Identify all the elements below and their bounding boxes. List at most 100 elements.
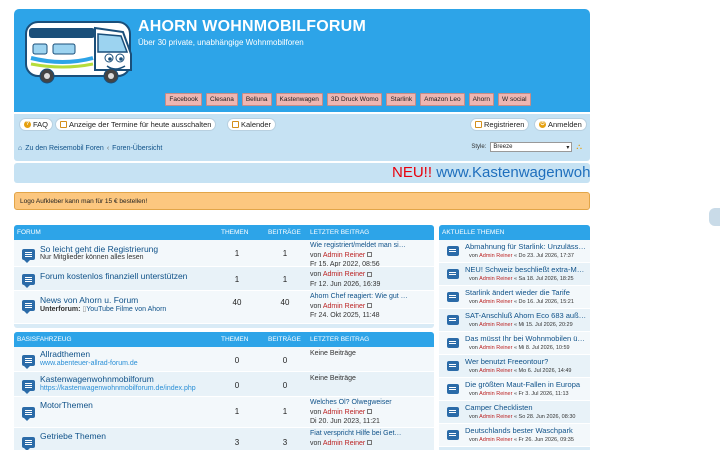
login-button[interactable]: ⏻ Anmelden xyxy=(534,118,587,131)
last-post-date: Fr 12. Jun 2026, 16:39 xyxy=(310,280,381,288)
forum-read-icon xyxy=(22,407,35,421)
breadcrumb-home[interactable]: Zu den Reisemobil Foren xyxy=(25,145,104,152)
breadcrumb-index[interactable]: Foren-Übersicht xyxy=(112,145,162,152)
site-title[interactable]: AHORN WOHNMOBILFORUM xyxy=(138,18,366,36)
calendar-button[interactable]: Kalender xyxy=(227,118,277,131)
faq-button[interactable]: ? FAQ xyxy=(19,118,54,131)
topic-author[interactable]: Admin Reiner xyxy=(479,276,512,282)
view-post-icon[interactable] xyxy=(367,409,373,415)
style-select[interactable]: Breeze ▾ xyxy=(490,142,573,152)
forum-row[interactable]: Kastenwagenwohnmobilforum https://kasten… xyxy=(14,372,434,397)
topic-row[interactable]: Wer benutzt Freeontour? von Admin Reiner … xyxy=(439,355,590,378)
last-post-title[interactable]: Ahorn Chef reagiert: Wie gut … xyxy=(310,293,408,300)
link-w-social[interactable]: W social xyxy=(498,92,531,106)
view-post-icon[interactable] xyxy=(367,252,373,258)
forum-row[interactable]: Forum kostenlos finanziell unterstützen … xyxy=(14,267,434,291)
last-post-user[interactable]: Admin Reiner xyxy=(323,252,365,259)
topic-title[interactable]: NEU! Schweiz beschließt extra-M… xyxy=(465,265,588,274)
topic-title[interactable]: Starlink ändert wieder die Tarife xyxy=(465,288,588,297)
topic-title[interactable]: Deutschlands bester Waschpark xyxy=(465,426,588,435)
forum-header: BASISFAHRZEUG THEMEN BEITRÄGE LETZTER BE… xyxy=(14,332,434,347)
view-post-icon[interactable] xyxy=(367,440,373,446)
topic-meta: von Admin Reiner « Fr 26. Jun 2026, 09:3… xyxy=(469,437,574,443)
last-post-user[interactable]: Admin Reiner xyxy=(323,440,365,447)
topic-author[interactable]: Admin Reiner xyxy=(479,345,512,351)
topic-meta: von Admin Reiner « Mo 6. Jul 2026, 14:49 xyxy=(469,368,572,374)
topic-row[interactable]: Das müsst Ihr bei Wohnmobilen ü… von Admi… xyxy=(439,332,590,355)
forum-row[interactable]: So leicht geht die Registrierung Nur Mit… xyxy=(14,240,434,268)
topic-title[interactable]: SAT-Anschluß Ahorn Eco 683 auß… xyxy=(465,311,588,320)
forum-link[interactable]: www.abenteuer-allrad-forum.de xyxy=(40,360,138,367)
forum-title[interactable]: Kastenwagenwohnmobilforum xyxy=(40,374,154,384)
forum-title[interactable]: MotorThemen xyxy=(40,400,93,410)
topic-row[interactable]: Deutschlands bester Waschpark von Admin R… xyxy=(439,424,590,447)
forum-title[interactable]: News von Ahorn u. Forum xyxy=(40,295,138,305)
topic-row[interactable]: Camper Checklisten von Admin Reiner « So … xyxy=(439,401,590,424)
topic-title[interactable]: Camper Checklisten xyxy=(465,403,588,412)
forum-title[interactable]: So leicht geht die Registrierung xyxy=(40,244,158,254)
forum-link[interactable]: https://kastenwagenwohnmobilforum.de/ind… xyxy=(40,385,196,392)
news-ticker[interactable]: NEU!! www.Kastenwagenwohi xyxy=(14,163,590,183)
link-ahorn[interactable]: Ahorn xyxy=(468,92,495,106)
faq-label: FAQ xyxy=(33,120,49,129)
topic-author[interactable]: Admin Reiner xyxy=(479,368,512,374)
view-post-icon[interactable] xyxy=(367,303,373,309)
forum-row[interactable]: News von Ahorn u. Forum Unterforum: ▯You… xyxy=(14,291,434,324)
forum-row[interactable]: Allradthemen www.abenteuer-allrad-forum.… xyxy=(14,347,434,372)
calendar-icon xyxy=(232,121,239,128)
topic-author[interactable]: Admin Reiner xyxy=(479,437,512,443)
last-post-user[interactable]: Admin Reiner xyxy=(323,303,365,310)
camper-logo-icon[interactable] xyxy=(23,18,141,86)
topic-author[interactable]: Admin Reiner xyxy=(479,253,512,259)
topic-count: 40 xyxy=(232,298,242,307)
topic-icon xyxy=(447,430,459,440)
last-post-by: von xyxy=(310,302,322,310)
last-post-user[interactable]: Admin Reiner xyxy=(323,271,365,278)
toggle-events-button[interactable]: Anzeige der Termine für heute ausschalte… xyxy=(55,118,217,131)
toggle-events-label: Anzeige der Termine für heute ausschalte… xyxy=(69,120,212,129)
link-starlink[interactable]: Starlink xyxy=(386,92,417,106)
topic-row[interactable]: NEU! Schweiz beschließt extra-M… von Admi… xyxy=(439,263,590,286)
topic-row[interactable]: Starlink ändert wieder die Tarife von Adm… xyxy=(439,286,590,309)
last-post-title[interactable]: Welches Öl? Ölwegweiser xyxy=(310,399,392,406)
topic-title[interactable]: Das müsst Ihr bei Wohnmobilen ü… xyxy=(465,334,588,343)
side-scroll-tab[interactable] xyxy=(709,208,720,226)
topic-row[interactable]: SAT-Anschluß Ahorn Eco 683 auß… von Admin… xyxy=(439,309,590,332)
forum-read-icon xyxy=(22,274,35,288)
forum-title[interactable]: Getriebe Themen xyxy=(40,431,106,441)
view-post-icon[interactable] xyxy=(367,271,373,277)
link-facebook[interactable]: Facebook xyxy=(165,92,202,106)
last-post: Welches Öl? Ölwegweiser von Admin Reiner… xyxy=(310,398,430,427)
topic-author[interactable]: Admin Reiner xyxy=(479,414,512,420)
topic-title[interactable]: Abmahnung für Starlink: Unzuläss… xyxy=(465,242,588,251)
link-3d-druck[interactable]: 3D Druck Womo xyxy=(326,92,383,106)
topic-author[interactable]: Admin Reiner xyxy=(479,322,512,328)
register-button[interactable]: Registrieren xyxy=(470,118,530,131)
link-belluna[interactable]: Belluna xyxy=(241,92,272,106)
link-clesana[interactable]: Clesana xyxy=(205,92,238,106)
topic-row[interactable]: Abmahnung für Starlink: Unzuläss… von Adm… xyxy=(439,240,590,263)
topic-meta: von Admin Reiner « Mi 15. Jul 2026, 20:2… xyxy=(469,322,573,328)
link-amazon-leo[interactable]: Amazon Leo xyxy=(420,92,465,106)
forum-title[interactable]: Allradthemen xyxy=(40,349,90,359)
last-post-date: Fr 24. Okt 2025, 11:48 xyxy=(310,312,380,319)
forum-row[interactable]: MotorThemen 1 1 Welches Öl? Ölwegweiser … xyxy=(14,397,434,428)
topic-author[interactable]: Admin Reiner xyxy=(479,299,512,305)
subforum-link[interactable]: YouTube Filme von Ahorn xyxy=(86,306,166,313)
topic-row[interactable]: Die größten Maut-Fallen in Europa von Adm… xyxy=(439,378,590,401)
forum-category-general: FORUM THEMEN BEITRÄGE LETZTER BEITRAG So… xyxy=(14,225,434,328)
forum-category-basisfahrzeug: BASISFAHRZEUG THEMEN BEITRÄGE LETZTER BE… xyxy=(14,332,434,450)
topic-author[interactable]: Admin Reiner xyxy=(479,391,512,397)
topic-title[interactable]: Die größten Maut-Fallen in Europa xyxy=(465,380,588,389)
topic-count: 0 xyxy=(234,381,240,390)
last-post-title[interactable]: Fiat verspricht Hilfe bei Get… xyxy=(310,430,401,437)
link-kastenwagen[interactable]: Kastenwagen xyxy=(275,92,323,106)
last-post-user[interactable]: Admin Reiner xyxy=(323,409,365,416)
last-post-title[interactable]: Wie registriert/meldet man si… xyxy=(310,242,406,249)
forum-row[interactable]: Getriebe Themen 3 3 Fiat verspricht Hilf… xyxy=(14,428,434,450)
last-post-by: von xyxy=(310,271,322,278)
topic-title[interactable]: Wer benutzt Freeontour? xyxy=(465,357,588,366)
forum-subforum-icon xyxy=(22,300,35,314)
sitemap-icon[interactable]: ⛬ xyxy=(576,142,582,152)
forum-title[interactable]: Forum kostenlos finanziell unterstützen xyxy=(40,271,187,281)
